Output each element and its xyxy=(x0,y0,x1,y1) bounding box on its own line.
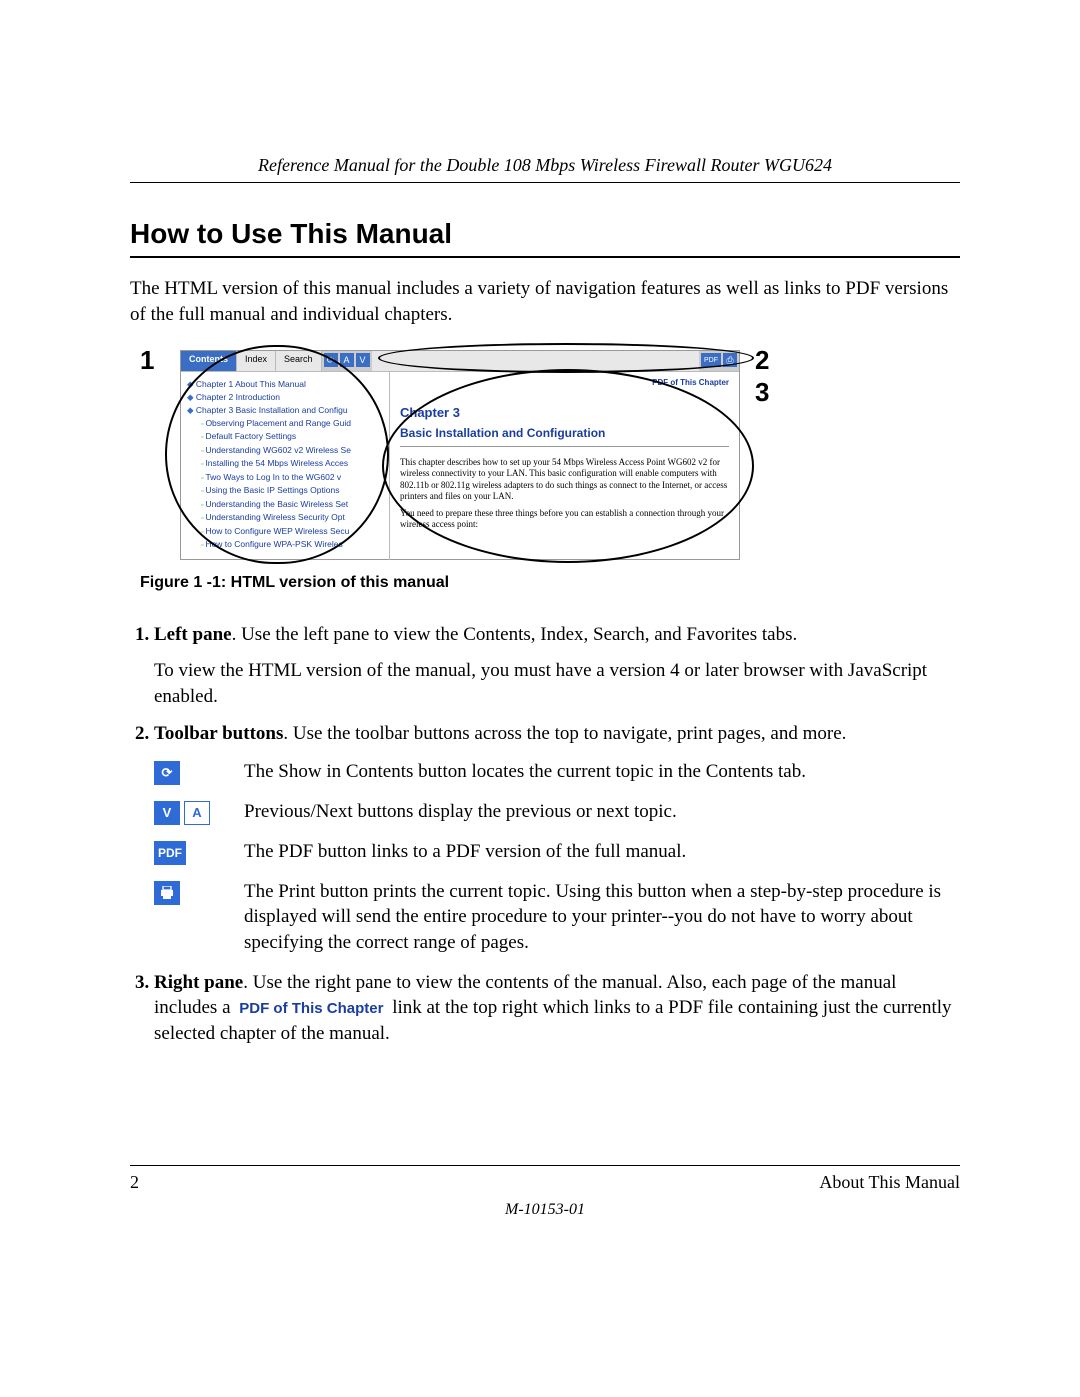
toc-item: Chapter 2 Introduction xyxy=(187,391,387,404)
figure-right-pane: PDF of This Chapter Chapter 3 Basic Inst… xyxy=(390,372,739,560)
print-button-icon xyxy=(154,881,180,905)
row-print: The Print button prints the current topi… xyxy=(154,879,960,956)
toc-item: Chapter 1 About This Manual xyxy=(187,378,387,391)
next-icon: V xyxy=(154,801,180,825)
row-show-in-contents: ⟳ The Show in Contents button locates th… xyxy=(154,759,960,785)
tab-search: Search xyxy=(276,351,322,371)
row-pdf: PDF The PDF button links to a PDF versio… xyxy=(154,839,960,865)
toc-item: Two Ways to Log In to the WG602 v xyxy=(187,471,387,485)
callout-2: 2 xyxy=(755,345,769,376)
chapter-para-1: This chapter describes how to set up you… xyxy=(400,457,729,502)
figure-screenshot: Contents Index Search ⟳ A V PDF ⎙ Chapte… xyxy=(180,350,740,560)
show-in-contents-icon: ⟳ xyxy=(154,761,180,785)
toc-item: How to Configure WPA-PSK Wireles xyxy=(187,538,387,552)
toc-item: Using the Basic IP Settings Options xyxy=(187,484,387,498)
instruction-list: Left pane. Use the left pane to view the… xyxy=(130,622,960,1046)
row-prev-next: V A Previous/Next buttons display the pr… xyxy=(154,799,960,825)
list-item-3: Right pane. Use the right pane to view t… xyxy=(154,970,960,1047)
document-number: M-10153-01 xyxy=(130,1201,960,1219)
section-name: About This Manual xyxy=(819,1172,960,1193)
up-icon: A xyxy=(340,353,354,367)
toc-item: Understanding Wireless Security Opt xyxy=(187,511,387,525)
tab-contents: Contents xyxy=(181,351,237,371)
chapter-title: Basic Installation and Configuration xyxy=(400,426,729,447)
callout-3: 3 xyxy=(755,377,769,408)
pdf-of-chapter-inline-link: PDF of This Chapter xyxy=(235,1000,387,1017)
toc-item: Observing Placement and Range Guid xyxy=(187,417,387,431)
chapter-number: Chapter 3 xyxy=(400,405,729,422)
pdf-button-icon: PDF xyxy=(154,841,186,865)
figure-caption: Figure 1 -1: HTML version of this manual xyxy=(140,574,960,592)
section-heading: How to Use This Manual xyxy=(130,218,960,258)
toolbar-icon-table: ⟳ The Show in Contents button locates th… xyxy=(154,759,960,956)
list-item-2: Toolbar buttons. Use the toolbar buttons… xyxy=(154,721,960,956)
page: Reference Manual for the Double 108 Mbps… xyxy=(0,0,1080,1397)
refresh-icon: ⟳ xyxy=(324,353,338,367)
toc-item: How to Configure WEP Wireless Secu xyxy=(187,525,387,539)
toc-item: Understanding the Basic Wireless Set xyxy=(187,498,387,512)
list-item-1-sub: To view the HTML version of the manual, … xyxy=(154,658,960,709)
figure-area: 1 2 3 Contents Index Search ⟳ A V PDF ⎙ xyxy=(130,345,960,570)
toc-item: Understanding WG602 v2 Wireless Se xyxy=(187,444,387,458)
toc-item: Chapter 3 Basic Installation and Configu xyxy=(187,404,387,417)
page-footer: 2 About This Manual M-10153-01 xyxy=(130,1165,960,1219)
figure-left-pane: Chapter 1 About This ManualChapter 2 Int… xyxy=(181,372,390,560)
pdf-icon: PDF xyxy=(701,353,721,367)
down-icon: V xyxy=(356,353,370,367)
list-item-1: Left pane. Use the left pane to view the… xyxy=(154,622,960,709)
intro-paragraph: The HTML version of this manual includes… xyxy=(130,276,960,327)
toc-item: Default Factory Settings xyxy=(187,430,387,444)
running-header: Reference Manual for the Double 108 Mbps… xyxy=(130,155,960,183)
chapter-para-2: You need to prepare these three things b… xyxy=(400,508,729,531)
callout-1: 1 xyxy=(140,345,154,376)
toolbar-left-icons: ⟳ A V xyxy=(322,351,372,371)
print-icon: ⎙ xyxy=(723,353,737,367)
prev-icon: A xyxy=(184,801,210,825)
figure-toolbar: Contents Index Search ⟳ A V PDF ⎙ xyxy=(181,351,739,372)
pdf-chapter-link: PDF of This Chapter xyxy=(400,378,729,387)
toolbar-right-icons: PDF ⎙ xyxy=(699,351,739,371)
tab-index: Index xyxy=(237,351,276,371)
toc-item: Installing the 54 Mbps Wireless Acces xyxy=(187,457,387,471)
page-number: 2 xyxy=(130,1172,139,1193)
